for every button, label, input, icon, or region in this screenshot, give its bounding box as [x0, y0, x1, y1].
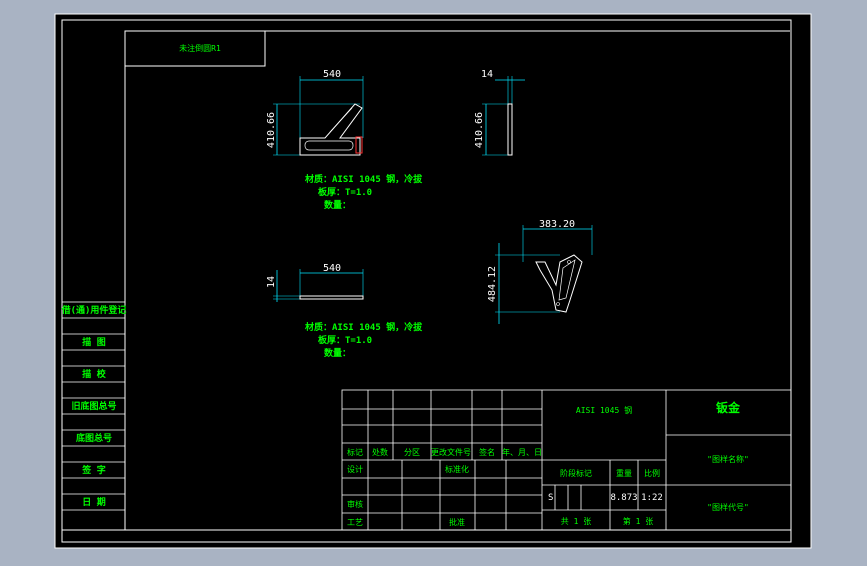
svg-text:设计: 设计 — [347, 464, 363, 474]
svg-text:标记: 标记 — [347, 447, 363, 457]
svg-text:1:22: 1:22 — [641, 493, 663, 503]
svg-text:批准: 批准 — [449, 517, 465, 527]
top-left-box-text: 未注倒圆R1 — [179, 43, 221, 53]
svg-text:板厚：T=1.0: 板厚：T=1.0 — [318, 334, 372, 346]
svg-text:底图总号: 底图总号 — [76, 432, 112, 444]
side-height-dim: 410.66 — [474, 112, 485, 148]
svg-text:材质：AISI 1045 钢，冷拔: 材质：AISI 1045 钢，冷拔 — [304, 173, 423, 185]
side-width-dim: 14 — [481, 69, 493, 80]
svg-text:描 图: 描 图 — [82, 336, 105, 348]
svg-text:年、月、日: 年、月、日 — [502, 447, 542, 457]
svg-text:旧底图总号: 旧底图总号 — [71, 400, 116, 412]
svg-text:处数: 处数 — [372, 447, 388, 457]
svg-text:板厚：T=1.0: 板厚：T=1.0 — [318, 186, 372, 198]
drawing-code: "图样代号" — [707, 502, 749, 512]
svg-text:第 1 张: 第 1 张 — [623, 516, 653, 526]
svg-text:审核: 审核 — [347, 499, 363, 509]
svg-text:共 1 张: 共 1 张 — [561, 517, 591, 526]
iso-height-dim: 484.12 — [487, 266, 498, 302]
svg-text:工艺: 工艺 — [347, 518, 363, 527]
drawing-name: "图样名称" — [707, 454, 749, 464]
svg-text:S: S — [548, 493, 553, 503]
top-width-dim: 540 — [323, 263, 341, 274]
sheet-border — [54, 13, 812, 549]
svg-text:分区: 分区 — [404, 448, 420, 457]
iso-width-dim: 383.20 — [539, 219, 575, 230]
svg-text:更改文件号: 更改文件号 — [431, 447, 471, 457]
svg-text:标准化: 标准化 — [445, 464, 469, 474]
top-height-dim: 14 — [266, 276, 277, 288]
svg-text:数量：: 数量： — [324, 199, 351, 211]
svg-text:比例: 比例 — [644, 468, 660, 478]
svg-text:数量：: 数量： — [324, 347, 351, 359]
svg-text:借(通)用件登记: 借(通)用件登记 — [61, 304, 127, 316]
front-width-dim: 540 — [323, 69, 341, 80]
svg-text:阶段标记: 阶段标记 — [560, 468, 592, 478]
company-text: 钣金 — [716, 400, 741, 415]
svg-text:描 校: 描 校 — [82, 368, 106, 380]
material-text: AISI 1045 钢 — [576, 405, 632, 415]
svg-text:签名: 签名 — [479, 447, 495, 457]
front-height-dim: 410.66 — [266, 112, 277, 148]
svg-text:日 期: 日 期 — [82, 496, 105, 508]
svg-text:签 字: 签 字 — [81, 464, 105, 476]
cad-viewport[interactable]: 未注倒圆R1 540 410.66 材质：AISI 1045 钢，冷拔 板厚：T… — [0, 0, 867, 562]
svg-text:材质：AISI 1045 钢，冷拔: 材质：AISI 1045 钢，冷拔 — [304, 321, 423, 333]
svg-text:8.873: 8.873 — [610, 493, 637, 503]
svg-text:重量: 重量 — [616, 468, 632, 478]
drawing-canvas: 未注倒圆R1 540 410.66 材质：AISI 1045 钢，冷拔 板厚：T… — [54, 13, 812, 549]
